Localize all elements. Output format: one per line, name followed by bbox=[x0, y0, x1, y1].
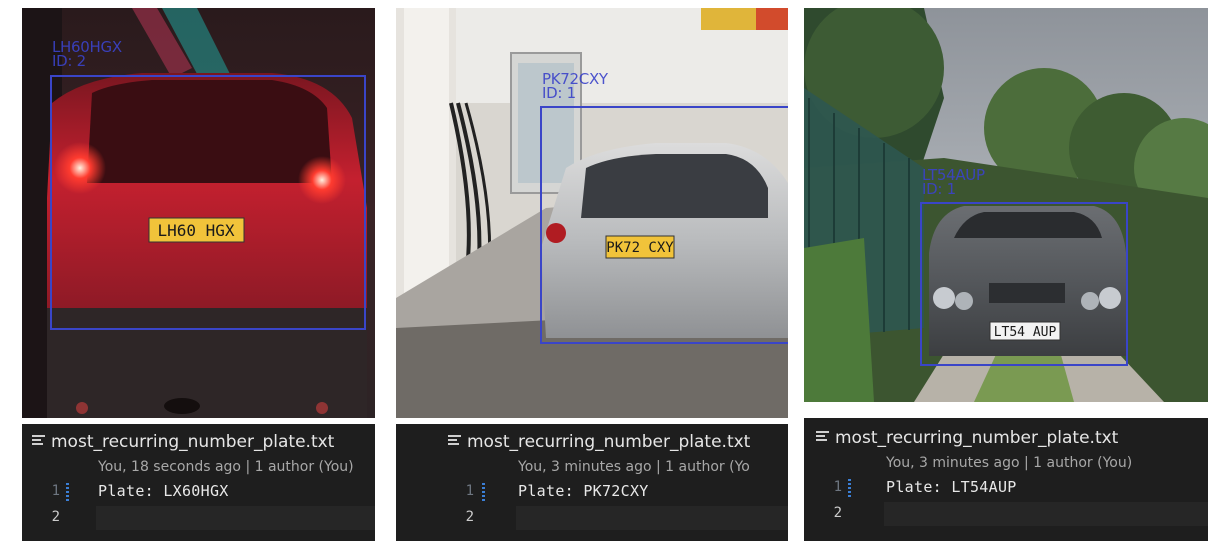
modified-gutter-indicator bbox=[848, 479, 851, 499]
car-photo-1: LH60 HGX LH60HGX ID: 2 bbox=[22, 8, 375, 418]
code-line-2[interactable]: 2 bbox=[396, 506, 788, 530]
line-number: 1 bbox=[51, 483, 60, 499]
code-text[interactable]: Plate: PK72CXY bbox=[518, 482, 649, 500]
editor-filename-1[interactable]: most_recurring_number_plate.txt bbox=[32, 432, 334, 452]
line-number: 1 bbox=[465, 483, 474, 499]
modified-gutter-indicator bbox=[482, 483, 485, 503]
git-blame-annotation-1: You, 18 seconds ago | 1 author (You) bbox=[98, 459, 354, 475]
detection-id-label-2: ID: 1 bbox=[542, 84, 576, 102]
code-text[interactable]: Plate: LT54AUP bbox=[886, 478, 1017, 496]
menu-lines-icon bbox=[32, 433, 45, 447]
car-photo-2: PK72 CXY PK72CXY ID: 1 bbox=[396, 8, 788, 418]
detection-box-3 bbox=[920, 202, 1128, 366]
line-number: 1 bbox=[833, 479, 842, 495]
modified-gutter-indicator bbox=[66, 483, 69, 503]
editor-filename-2[interactable]: most_recurring_number_plate.txt bbox=[448, 432, 750, 452]
detection-box-1 bbox=[50, 75, 366, 330]
editor-pane-1[interactable]: most_recurring_number_plate.txt You, 18 … bbox=[22, 424, 375, 541]
code-line-1[interactable]: 1 Plate: LX60HGX bbox=[22, 480, 375, 504]
menu-lines-icon bbox=[816, 429, 829, 443]
menu-lines-icon bbox=[448, 433, 461, 447]
detection-id-label-1: ID: 2 bbox=[52, 52, 86, 70]
line-number: 2 bbox=[833, 505, 842, 521]
line-number: 2 bbox=[465, 509, 474, 525]
git-blame-annotation-2: You, 3 minutes ago | 1 author (Yo bbox=[518, 459, 750, 475]
code-text[interactable]: Plate: LX60HGX bbox=[98, 482, 229, 500]
car-photo-3: LT54 AUP LT54AUP ID: 1 bbox=[804, 8, 1208, 402]
code-line-1[interactable]: 1 Plate: PK72CXY bbox=[396, 480, 788, 504]
current-line-highlight bbox=[96, 506, 375, 530]
current-line-highlight bbox=[516, 506, 788, 530]
editor-pane-3[interactable]: most_recurring_number_plate.txt You, 3 m… bbox=[804, 418, 1208, 541]
git-blame-annotation-3: You, 3 minutes ago | 1 author (You) bbox=[886, 455, 1133, 471]
editor-pane-2[interactable]: most_recurring_number_plate.txt You, 3 m… bbox=[396, 424, 788, 541]
code-line-2[interactable]: 2 bbox=[22, 506, 375, 530]
detection-box-2 bbox=[540, 106, 788, 344]
current-line-highlight bbox=[884, 502, 1208, 526]
line-number: 2 bbox=[51, 509, 60, 525]
code-line-2[interactable]: 2 bbox=[804, 502, 1208, 526]
detection-id-label-3: ID: 1 bbox=[922, 180, 956, 198]
code-line-1[interactable]: 1 Plate: LT54AUP bbox=[804, 476, 1208, 500]
editor-filename-3[interactable]: most_recurring_number_plate.txt bbox=[816, 428, 1118, 448]
